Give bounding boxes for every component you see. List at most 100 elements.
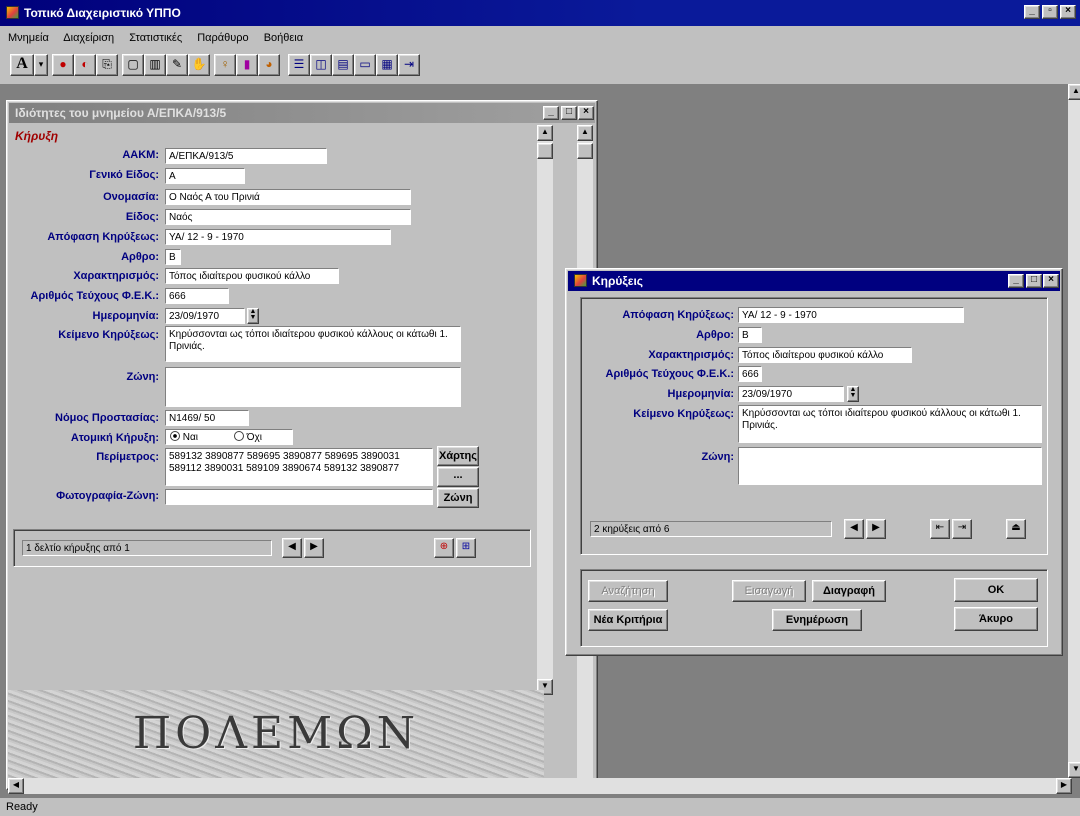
- label-individual-declaration: Ατομική Κήρυξη:: [70, 432, 159, 444]
- dialog-previous-icon[interactable]: ◀: [844, 519, 864, 539]
- characterization-field[interactable]: Τόπος ιδιαίτερου φυσικού κάλλο: [165, 268, 339, 284]
- form-vertical-scrollbar[interactable]: ▲ ▼: [537, 125, 553, 695]
- search-button[interactable]: Αναζήτηση: [588, 580, 668, 602]
- dialog-last-icon[interactable]: ⇥: [952, 519, 972, 539]
- scroll-up-icon[interactable]: ▲: [1068, 84, 1080, 100]
- dialog-title-bar: Κηρύξεις _ □ ×: [568, 271, 1060, 291]
- app-icon: [6, 6, 19, 19]
- menu-monuments[interactable]: Μνημεία: [8, 32, 49, 44]
- photo-zone-field[interactable]: [165, 489, 433, 505]
- dialog-date-spinner-icon[interactable]: ▲ ▼: [847, 386, 859, 402]
- search-person-icon[interactable]: ♀: [214, 54, 236, 76]
- copy-icon[interactable]: ⎘: [96, 54, 118, 76]
- cascade-icon[interactable]: ▤: [332, 54, 354, 76]
- menu-help[interactable]: Βοήθεια: [264, 32, 303, 44]
- ok-button[interactable]: OK: [954, 578, 1038, 602]
- edit-icon[interactable]: ✎: [166, 54, 188, 76]
- chart-icon[interactable]: ▮: [236, 54, 258, 76]
- font-button[interactable]: A: [10, 54, 34, 76]
- dialog-article-field[interactable]: Β: [738, 327, 762, 343]
- restore-icon[interactable]: ▫: [1042, 5, 1058, 19]
- insert-button[interactable]: Εισαγωγή: [732, 580, 806, 602]
- app-title: Τοπικό Διαχειριστικό ΥΠΠΟ: [24, 6, 181, 20]
- window-icon[interactable]: ▭: [354, 54, 376, 76]
- tile-vertical-icon[interactable]: ◫: [310, 54, 332, 76]
- close-icon[interactable]: ×: [1043, 274, 1059, 288]
- zone-field[interactable]: [165, 367, 461, 407]
- columns-icon[interactable]: ▥: [144, 54, 166, 76]
- dialog-gazette-issue-field[interactable]: 666: [738, 366, 762, 382]
- radio-no[interactable]: Όχι: [234, 431, 262, 444]
- exit-icon[interactable]: ⇥: [398, 54, 420, 76]
- dialog-exit-icon[interactable]: ⏏: [1006, 519, 1026, 539]
- gazette-issue-field[interactable]: 666: [165, 288, 229, 304]
- decision-field[interactable]: ΥΑ/ 12 - 9 - 1970: [165, 229, 391, 245]
- new-record-icon[interactable]: ⊕: [434, 538, 454, 558]
- aakm-field[interactable]: Α/ΕΠΚΑ/913/5: [165, 148, 327, 164]
- perimeter-field[interactable]: 589132 3890877 589695 3890877 589695 389…: [165, 448, 433, 486]
- dropdown-arrow-icon[interactable]: ▾: [34, 54, 48, 76]
- type-field[interactable]: Ναός: [165, 209, 411, 225]
- add-record-icon[interactable]: ●: [52, 54, 74, 76]
- declaration-text-field[interactable]: Κηρύσσονται ως τόποι ιδιαίτερου φυσικού …: [165, 326, 461, 362]
- minimize-icon[interactable]: _: [543, 106, 559, 120]
- date-field[interactable]: 23/09/1970: [165, 308, 245, 324]
- map-button[interactable]: Χάρτης: [437, 446, 479, 466]
- save-record-icon[interactable]: ⊞: [456, 538, 476, 558]
- label-declaration-text: Κείμενο Κηρύξεως:: [58, 329, 159, 341]
- delete-button[interactable]: Διαγραφή: [812, 580, 886, 602]
- protection-law-field[interactable]: Ν1469/ 50: [165, 410, 249, 426]
- scroll-right-icon[interactable]: ▶: [1056, 778, 1072, 794]
- dialog-characterization-field[interactable]: Τόπος ιδιαίτερου φυσικού κάλλο: [738, 347, 912, 363]
- scroll-left-icon[interactable]: ◀: [8, 778, 24, 794]
- scroll-thumb[interactable]: [537, 143, 553, 159]
- maximize-icon[interactable]: □: [561, 106, 577, 120]
- mdi-horizontal-scrollbar[interactable]: ◀ ▶: [8, 778, 1072, 794]
- general-type-field[interactable]: Α: [165, 168, 245, 184]
- menu-statistics[interactable]: Στατιστικές: [129, 32, 182, 44]
- date-spinner-icon[interactable]: ▲ ▼: [247, 308, 259, 324]
- previous-record-icon[interactable]: ◀: [282, 538, 302, 558]
- new-criteria-button[interactable]: Νέα Κριτήρια: [588, 609, 668, 631]
- properties-title-bar: Ιδιότητες του μνημείου Α/ΕΠΚΑ/913/5 _ □ …: [9, 103, 595, 123]
- maximize-icon[interactable]: □: [1026, 274, 1042, 288]
- dialog-zone-field[interactable]: [738, 447, 1042, 485]
- scroll-thumb[interactable]: [577, 143, 593, 159]
- label-type: Είδος:: [125, 211, 159, 223]
- banner-logo: ΠΟΛΕΜΩΝ: [132, 708, 420, 759]
- browse-button[interactable]: ...: [437, 467, 479, 487]
- name-field[interactable]: Ο Ναός Α του Πρινιά: [165, 189, 411, 205]
- preview-icon[interactable]: ▢: [122, 54, 144, 76]
- scroll-up-icon[interactable]: ▲: [537, 125, 553, 141]
- menu-window[interactable]: Παράθυρο: [197, 32, 248, 44]
- label-name: Ονομασία:: [103, 191, 159, 203]
- close-icon[interactable]: ×: [578, 106, 594, 120]
- minimize-icon[interactable]: _: [1024, 5, 1040, 19]
- grid-icon[interactable]: ▦: [376, 54, 398, 76]
- zone-button[interactable]: Ζώνη: [437, 488, 479, 508]
- label-date: Ημερομηνία:: [92, 310, 159, 322]
- dialog-date-field[interactable]: 23/09/1970: [738, 386, 844, 402]
- update-button[interactable]: Ενημέρωση: [772, 609, 862, 631]
- individual-declaration-group: Ναι Όχι: [165, 429, 293, 445]
- mdi-vertical-scrollbar[interactable]: ▲ ▼: [1068, 84, 1080, 778]
- dialog-label-declaration-text: Κείμενο Κηρύξεως:: [633, 408, 734, 420]
- dialog-first-icon[interactable]: ⇤: [930, 519, 950, 539]
- dialog-decision-field[interactable]: ΥΑ/ 12 - 9 - 1970: [738, 307, 964, 323]
- article-field[interactable]: Β: [165, 249, 181, 265]
- pie-chart-icon[interactable]: ◕: [258, 54, 280, 76]
- hand-icon[interactable]: ✋: [188, 54, 210, 76]
- label-aakm: ΑΑΚΜ:: [122, 149, 159, 161]
- minimize-icon[interactable]: _: [1008, 274, 1024, 288]
- radio-yes[interactable]: Ναι: [170, 431, 198, 444]
- list-icon[interactable]: ☰: [288, 54, 310, 76]
- dialog-declaration-text-field[interactable]: Κηρύσσονται ως τόποι ιδιαίτερου φυσικού …: [738, 405, 1042, 443]
- scroll-down-icon[interactable]: ▼: [1068, 762, 1080, 778]
- scroll-up-icon[interactable]: ▲: [577, 125, 593, 141]
- menu-management[interactable]: Διαχείριση: [63, 32, 114, 44]
- cancel-button[interactable]: Άκυρο: [954, 607, 1038, 631]
- close-icon[interactable]: ×: [1060, 5, 1076, 19]
- dialog-next-icon[interactable]: ▶: [866, 519, 886, 539]
- next-record-icon[interactable]: ▶: [304, 538, 324, 558]
- remove-record-icon[interactable]: ◐: [74, 54, 96, 76]
